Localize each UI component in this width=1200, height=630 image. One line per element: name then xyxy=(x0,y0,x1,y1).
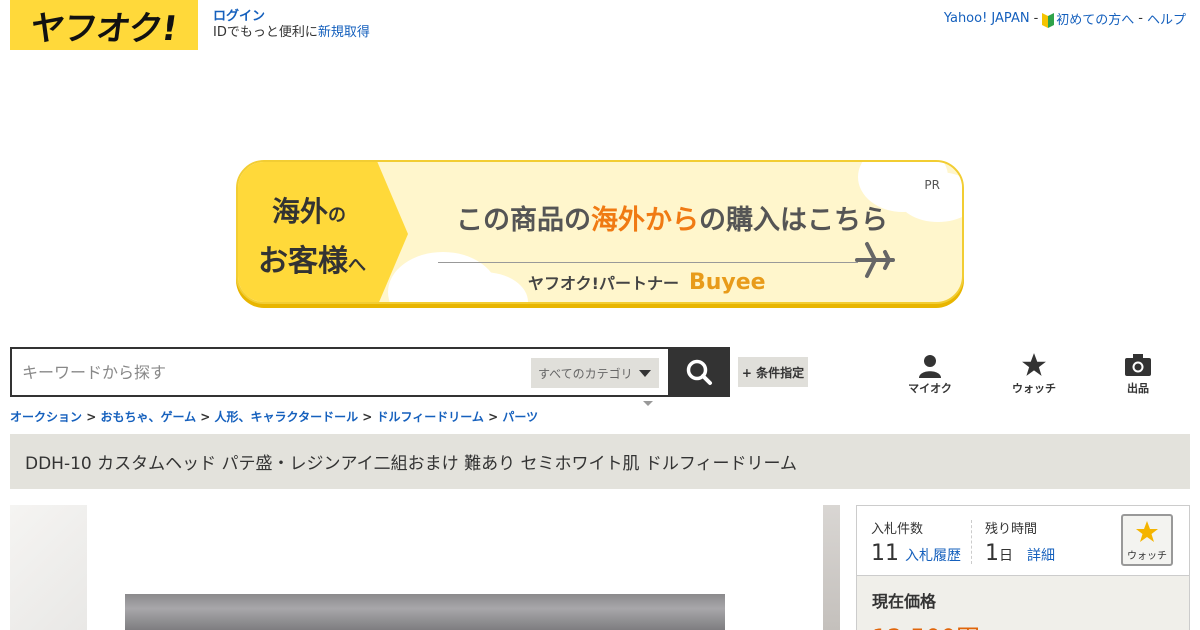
breadcrumb-separator: > xyxy=(86,410,97,424)
myauc-button[interactable]: マイオク xyxy=(900,352,960,396)
breadcrumb-separator: > xyxy=(362,410,373,424)
star-icon xyxy=(1022,353,1046,376)
prev-image-thumbnail[interactable] xyxy=(10,505,87,630)
category-select[interactable]: すべてのカテゴリ xyxy=(531,358,659,388)
time-left-value-row: 1日 詳細 xyxy=(985,541,1055,566)
category-select-label: すべてのカテゴリ xyxy=(538,366,633,381)
banner-left-big-2: お客様 xyxy=(258,244,348,279)
breadcrumb-item[interactable]: パーツ xyxy=(502,410,538,424)
bid-panel: 入札件数 11 入札履歴 残り時間 1日詳細 ウォッチ 現在価格 12,500円 xyxy=(856,505,1190,630)
breadcrumb: オークション > おもちゃ、ゲーム > 人形、キャラクタードール > ドルフィー… xyxy=(10,408,538,425)
time-left-value: 1 xyxy=(985,541,999,566)
breadcrumb-item[interactable]: 人形、キャラクタードール xyxy=(215,410,359,424)
breadcrumb-separator: > xyxy=(200,410,211,424)
airplane-icon xyxy=(855,242,895,278)
current-price-value: 12,500円 xyxy=(872,618,1174,630)
yahoo-japan-link[interactable]: Yahoo! JAPAN xyxy=(944,11,1030,26)
current-price-section: 現在価格 12,500円 xyxy=(857,576,1189,630)
sell-button[interactable]: 出品 xyxy=(1108,352,1168,396)
banner-headline-prefix: この商品の xyxy=(456,205,591,236)
top-nav: Yahoo! JAPAN - 初めての方へ - ヘルプ xyxy=(944,9,1186,28)
search-icon xyxy=(686,359,712,385)
banner-headline: この商品の海外からの購入はこちら xyxy=(456,198,888,237)
breadcrumb-separator: > xyxy=(488,410,499,424)
first-time-label: 初めての方へ xyxy=(1056,13,1135,28)
stat-divider xyxy=(971,520,972,564)
buyee-logo: Buyee xyxy=(688,270,766,295)
next-image-thumbnail[interactable] xyxy=(823,505,840,630)
banner-left-small-2: へ xyxy=(348,255,366,276)
banner-left-small-1: の xyxy=(328,205,347,226)
bid-history-link[interactable]: 入札履歴 xyxy=(905,548,961,564)
watch-button[interactable]: ウォッチ xyxy=(1121,514,1173,566)
sell-label: 出品 xyxy=(1127,382,1149,395)
login-area: ログイン IDでもっと便利に新規取得 xyxy=(213,9,370,41)
bid-count-value: 11 xyxy=(871,541,899,566)
pr-label: PR xyxy=(924,178,940,192)
item-title-text: DDH-10 カスタムヘッド パテ盛・レジンアイ二組おまけ 難あり セミホワイト… xyxy=(25,454,798,474)
caret-down-icon[interactable] xyxy=(643,401,653,406)
logo-text: ヤフオク! xyxy=(27,8,180,49)
nav-separator: - xyxy=(1138,11,1143,26)
banner-left-panel: 海外の お客様へ xyxy=(238,162,408,302)
camera-icon xyxy=(1125,354,1151,376)
bid-count-value-row: 11 入札履歴 xyxy=(871,541,961,566)
time-left-stat: 残り時間 1日 詳細 xyxy=(985,518,1055,566)
buyee-banner[interactable]: 海外の お客様へ この商品の海外からの購入はこちら ヤフオク!パートナー Buye… xyxy=(236,160,964,304)
login-link[interactable]: ログイン xyxy=(213,9,265,24)
search-box: すべてのカテゴリ xyxy=(10,347,730,397)
search-input[interactable] xyxy=(22,360,522,384)
bid-count-stat: 入札件数 11 入札履歴 xyxy=(871,518,961,566)
star-icon xyxy=(1136,521,1158,542)
help-link[interactable]: ヘルプ xyxy=(1147,9,1186,28)
time-detail-link[interactable]: 詳細 xyxy=(1027,548,1055,564)
bid-count-label: 入札件数 xyxy=(871,522,924,537)
page: ヤフオク! ログイン IDでもっと便利に新規取得 Yahoo! JAPAN - … xyxy=(0,0,1200,630)
banner-partner: ヤフオク!パートナー Buyee xyxy=(528,270,766,295)
banner-headline-suffix: の購入はこちら xyxy=(699,205,888,236)
time-left-label: 残り時間 xyxy=(985,522,1038,537)
watch-list-label: ウォッチ xyxy=(1012,382,1056,395)
banner-flight-line xyxy=(438,262,858,263)
nav-separator: - xyxy=(1033,11,1039,26)
watch-list-button[interactable]: ウォッチ xyxy=(1004,352,1064,396)
time-left-unit: 日 xyxy=(999,548,1013,564)
breadcrumb-item[interactable]: ドルフィードリーム xyxy=(377,410,484,424)
login-sub-text: IDでもっと便利に xyxy=(213,25,318,40)
item-title: DDH-10 カスタムヘッド パテ盛・レジンアイ二組おまけ 難あり セミホワイト… xyxy=(10,434,1190,489)
first-time-link[interactable]: 初めての方へ xyxy=(1042,9,1134,28)
watch-button-label: ウォッチ xyxy=(1127,551,1167,562)
beginner-mark-icon xyxy=(1042,13,1055,28)
banner-headline-highlight: 海外から xyxy=(591,205,699,236)
banner-partner-label: ヤフオク!パートナー xyxy=(528,274,679,293)
search-button[interactable] xyxy=(668,347,730,397)
register-link[interactable]: 新規取得 xyxy=(318,25,370,40)
breadcrumb-item[interactable]: おもちゃ、ゲーム xyxy=(100,410,196,424)
banner-left-big-1: 海外 xyxy=(272,195,329,228)
user-icon xyxy=(919,355,941,378)
breadcrumb-item[interactable]: オークション xyxy=(10,410,82,424)
condition-button[interactable]: + 条件指定 xyxy=(738,357,808,387)
myauc-label: マイオク xyxy=(908,382,952,395)
chevron-down-icon xyxy=(639,370,651,377)
yafuoku-logo[interactable]: ヤフオク! xyxy=(10,0,198,50)
bid-stats: 入札件数 11 入札履歴 残り時間 1日 詳細 ウォッチ xyxy=(857,506,1189,576)
current-price-label: 現在価格 xyxy=(872,592,937,611)
main-product-image[interactable] xyxy=(125,594,725,630)
